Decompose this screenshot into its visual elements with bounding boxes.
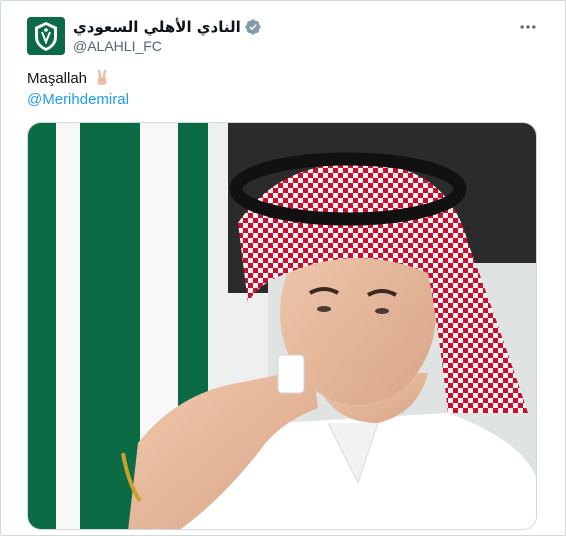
photo-watermark: 77 (458, 500, 478, 519)
club-crest-icon (27, 17, 65, 55)
club-avatar[interactable] (27, 17, 65, 55)
author-handle[interactable]: @ALAHLI_FC (73, 38, 162, 54)
mention-link[interactable]: @Merihdemiral (27, 91, 129, 108)
tweet-photo[interactable]: 77 (27, 122, 537, 530)
more-horizontal-icon (520, 25, 536, 29)
more-options-button[interactable] (511, 15, 545, 39)
author-display-name[interactable]: النادي الأهلي السعودي (73, 18, 241, 36)
tweet-text-body: Maşallah (27, 69, 88, 87)
author-name-row[interactable]: النادي الأهلي السعودي (73, 17, 261, 37)
tweet-text: Maşallah (27, 69, 111, 87)
victory-hand-icon (97, 69, 107, 85)
tweet-card[interactable]: النادي الأهلي السعودي @ALAHLI_FC Maşalla… (0, 0, 566, 536)
photo-image: 77 (28, 123, 536, 529)
verified-badge-icon (245, 19, 261, 35)
